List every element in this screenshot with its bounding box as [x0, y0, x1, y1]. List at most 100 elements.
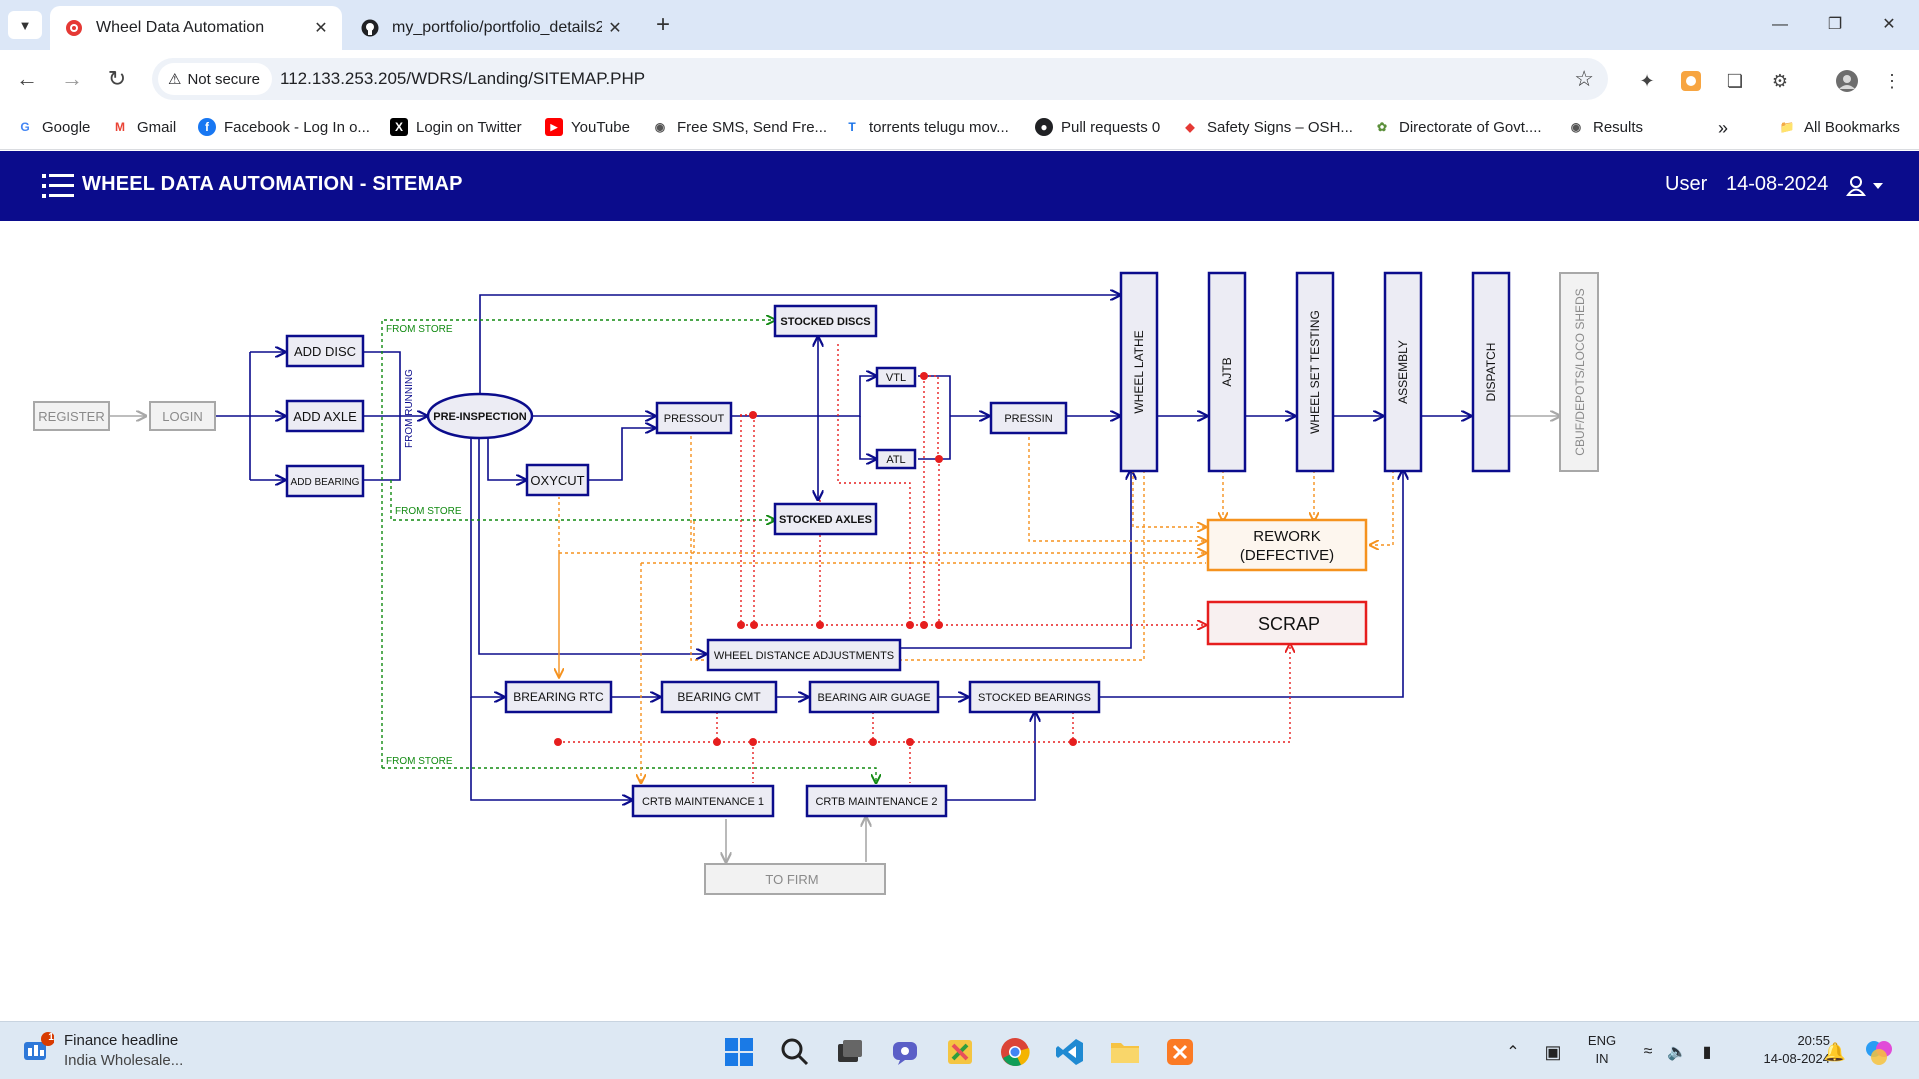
pressin-node[interactable]: PRESSIN: [1004, 413, 1052, 425]
chrome-icon[interactable]: [998, 1035, 1032, 1069]
security-chip[interactable]: ⚠ Not secure: [158, 63, 272, 95]
bookmark-label: torrents telugu mov...: [869, 118, 1009, 136]
crtb-maintenance-2-node[interactable]: CRTB MAINTENANCE 2: [815, 796, 937, 808]
globe-icon: ◉: [1570, 120, 1582, 134]
bearing-cmt-node[interactable]: BEARING CMT: [677, 690, 761, 704]
register-node[interactable]: REGISTER: [33, 401, 110, 431]
close-icon[interactable]: ✕: [602, 18, 628, 38]
login-node[interactable]: LOGIN: [149, 401, 216, 431]
file-explorer-icon[interactable]: [1108, 1035, 1142, 1069]
all-bookmarks-label: All Bookmarks: [1804, 118, 1900, 136]
pre-inspection-node[interactable]: PRE-INSPECTION: [433, 411, 527, 423]
bookmark-torrents[interactable]: T torrents telugu mov...: [843, 118, 1009, 136]
reload-button[interactable]: ↻: [102, 64, 132, 94]
bookmark-gmail[interactable]: M Gmail: [111, 118, 176, 136]
widget-subtitle: India Wholesale...: [64, 1052, 184, 1069]
extensions-puzzle-icon[interactable]: ⚙: [1767, 68, 1793, 94]
google-icon: G: [20, 120, 30, 134]
profile-avatar[interactable]: [1834, 68, 1860, 94]
menu-kebab-icon[interactable]: ⋮: [1879, 68, 1905, 94]
meet-chat-icon[interactable]: [888, 1035, 922, 1069]
bookmark-safety-signs[interactable]: ◆ Safety Signs – OSH...: [1181, 118, 1353, 136]
rework-label: REWORK: [1253, 528, 1321, 545]
new-tab-button[interactable]: +: [648, 10, 678, 40]
copilot-icon[interactable]: [1862, 1035, 1896, 1069]
bookmark-results[interactable]: ◉ Results: [1567, 118, 1643, 136]
bookmark-label: Safety Signs – OSH...: [1207, 118, 1353, 136]
paint-app-icon[interactable]: [943, 1035, 977, 1069]
url-text[interactable]: 112.133.253.205/WDRS/Landing/SITEMAP.PHP: [280, 69, 645, 89]
wheel-distance-node[interactable]: WHEEL DISTANCE ADJUSTMENTS: [714, 650, 894, 662]
cbuf-node[interactable]: CBUF/DEPOTS/LOCO SHEDS: [1559, 272, 1599, 472]
bookmark-pull-requests[interactable]: ● Pull requests 0: [1035, 118, 1160, 136]
oxycut-node[interactable]: OXYCUT: [530, 473, 584, 488]
bookmark-google[interactable]: G Google: [16, 118, 90, 136]
pressout-node[interactable]: PRESSOUT: [664, 413, 725, 425]
news-widget-icon[interactable]: 1: [20, 1032, 54, 1066]
add-disc-node[interactable]: ADD DISC: [294, 344, 356, 359]
github-icon: [360, 18, 380, 38]
scrap-node[interactable]: SCRAP: [1206, 600, 1368, 646]
header-date: 14-08-2024: [1726, 173, 1829, 195]
minimize-button[interactable]: —: [1757, 10, 1803, 40]
back-button[interactable]: ←: [12, 64, 42, 94]
tray-display-icon[interactable]: ▣: [1536, 1035, 1570, 1069]
close-icon[interactable]: ✕: [308, 18, 334, 38]
bearing-air-gauge-node[interactable]: BEARING AIR GUAGE: [817, 692, 930, 704]
window-close-button[interactable]: ✕: [1866, 10, 1912, 40]
windows-start-icon[interactable]: [722, 1035, 756, 1069]
battery-icon[interactable]: ▮: [1690, 1035, 1724, 1069]
tab-groups-icon[interactable]: ❏: [1722, 68, 1748, 94]
to-firm-node[interactable]: TO FIRM: [704, 863, 886, 895]
tab-portfolio[interactable]: my_portfolio/portfolio_details2. ✕: [346, 6, 636, 50]
notification-bell-icon[interactable]: 🔔: [1818, 1035, 1852, 1069]
tab-wheel-data-automation[interactable]: Wheel Data Automation ✕: [50, 6, 342, 50]
bookmark-free-sms[interactable]: ◉ Free SMS, Send Fre...: [651, 118, 827, 136]
atl-node[interactable]: ATL: [886, 454, 905, 466]
vtl-node[interactable]: VTL: [886, 372, 906, 384]
forward-button[interactable]: →: [57, 64, 87, 94]
search-icon[interactable]: [778, 1035, 812, 1069]
user-dropdown-icon[interactable]: [1846, 175, 1886, 199]
language-indicator[interactable]: ENG IN: [1584, 1032, 1620, 1068]
rework-node[interactable]: REWORK (DEFECTIVE): [1206, 518, 1368, 572]
wheel-lathe-node[interactable]: WHEEL LATHE: [1132, 330, 1146, 413]
extension-sparkle-icon[interactable]: ✦: [1634, 68, 1660, 94]
assembly-node[interactable]: ASSEMBLY: [1396, 340, 1410, 404]
wheel-set-testing-node[interactable]: WHEEL SET TESTING: [1308, 310, 1322, 434]
bookmark-twitter[interactable]: X Login on Twitter: [390, 118, 522, 136]
hamburger-menu-icon[interactable]: [42, 173, 74, 199]
dispatch-node[interactable]: DISPATCH: [1484, 343, 1498, 402]
crtb-maintenance-1-node[interactable]: CRTB MAINTENANCE 1: [642, 796, 764, 808]
stocked-axles-node[interactable]: STOCKED AXLES: [779, 514, 872, 526]
stocked-discs-node[interactable]: STOCKED DISCS: [780, 316, 870, 328]
ajtb-node[interactable]: AJTB: [1220, 357, 1234, 386]
vscode-icon[interactable]: [1053, 1035, 1087, 1069]
bookmark-youtube[interactable]: ▶ YouTube: [545, 118, 630, 136]
sitemap-canvas: FROM STORE FROM STORE FROM STORE FROM RU…: [0, 221, 1919, 1021]
restore-button[interactable]: ❐: [1812, 10, 1858, 40]
address-bar[interactable]: ⚠ Not secure 112.133.253.205/WDRS/Landin…: [152, 58, 1608, 100]
bookmark-facebook[interactable]: f Facebook - Log In o...: [198, 118, 370, 136]
xampp-icon[interactable]: [1163, 1035, 1197, 1069]
add-axle-node[interactable]: ADD AXLE: [293, 409, 357, 424]
news-widget[interactable]: Finance headline India Wholesale...: [64, 1031, 183, 1071]
bookmark-star-icon[interactable]: ☆: [1574, 66, 1594, 92]
folder-icon: 📁: [1779, 120, 1795, 134]
tab-title: Wheel Data Automation: [96, 19, 265, 36]
volume-icon[interactable]: 🔈: [1660, 1035, 1694, 1069]
gov-icon: ✿: [1376, 120, 1388, 134]
extension-orange-icon[interactable]: [1678, 68, 1704, 94]
tab-search-button[interactable]: ▼: [8, 11, 42, 39]
tray-chevron-up-icon[interactable]: ⌃: [1496, 1035, 1530, 1069]
bearing-rtc-node[interactable]: BREARING RTC: [513, 690, 604, 704]
stocked-bearings-node[interactable]: STOCKED BEARINGS: [978, 692, 1091, 704]
add-bearing-node[interactable]: ADD BEARING: [291, 477, 360, 488]
globe-icon: ◉: [654, 120, 666, 134]
user-label: User: [1665, 173, 1708, 195]
from-running-label: FROM RUNNING: [404, 369, 415, 448]
task-view-icon[interactable]: [833, 1035, 867, 1069]
bookmarks-overflow-icon[interactable]: »: [1718, 118, 1728, 139]
bookmark-directorate[interactable]: ✿ Directorate of Govt....: [1373, 118, 1542, 136]
all-bookmarks[interactable]: 📁 All Bookmarks: [1778, 118, 1900, 136]
